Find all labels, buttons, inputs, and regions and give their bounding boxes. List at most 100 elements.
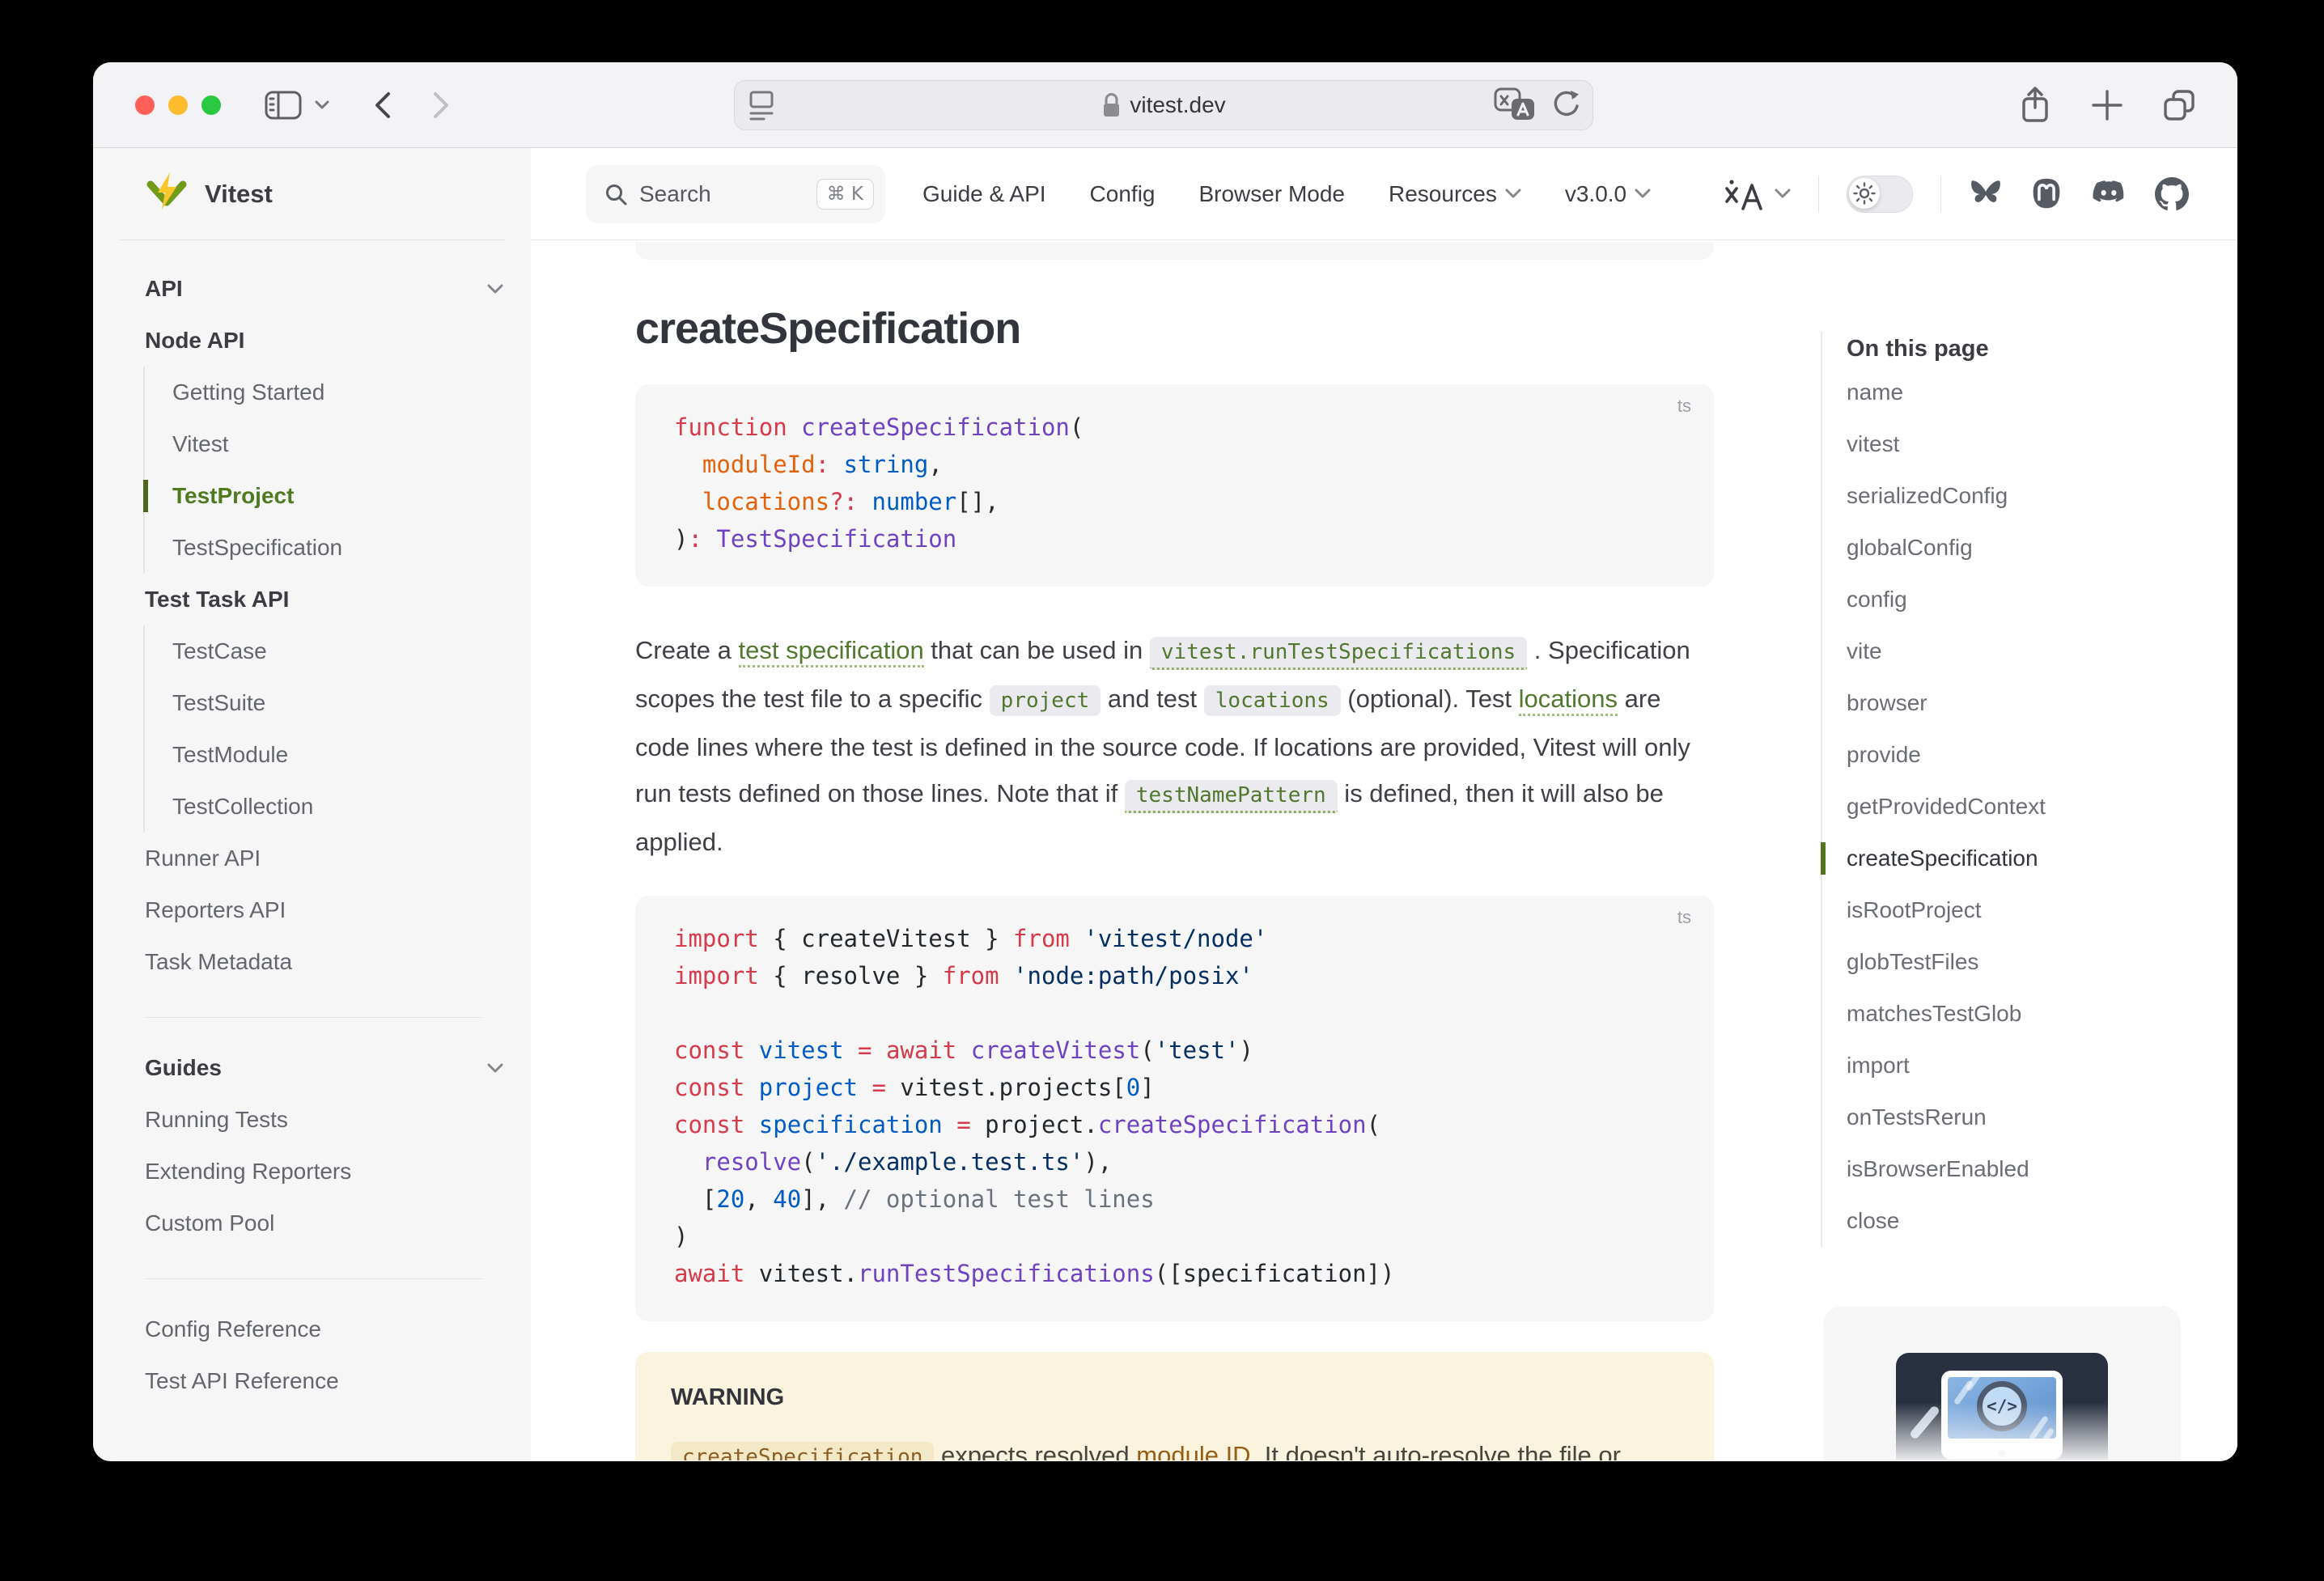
sponsor-card[interactable]: </> xyxy=(1823,1306,2181,1460)
sidebar-subgroup: Getting StartedVitestTestProjectTestSpec… xyxy=(143,367,503,574)
sidebar-item-config-reference[interactable]: Config Reference xyxy=(145,1303,503,1355)
sidebar-item-node-api[interactable]: Node API xyxy=(145,315,503,367)
outline-item-vitest[interactable]: vitest xyxy=(1847,418,2201,470)
sidebar-item-testsuite[interactable]: TestSuite xyxy=(172,677,503,729)
sidebar: Vitest APINode APIGetting StartedVitestT… xyxy=(93,148,531,1460)
warning-paragraph: createSpecification expects resolved mod… xyxy=(671,1432,1678,1460)
url-text: vitest.dev xyxy=(1130,92,1225,118)
outline-item-globtestfiles[interactable]: globTestFiles xyxy=(1847,936,2201,988)
sidebar-item-test-api-reference[interactable]: Test API Reference xyxy=(145,1355,503,1407)
inline-code-link[interactable]: testNamePattern xyxy=(1125,780,1338,813)
nav-link-browser-mode[interactable]: Browser Mode xyxy=(1198,181,1345,207)
doc-content[interactable]: createSpecification ts function createSp… xyxy=(531,240,2237,1460)
outline-item-browser[interactable]: browser xyxy=(1847,677,2201,729)
search-input[interactable]: Search ⌘ K xyxy=(586,165,885,223)
new-tab-icon[interactable] xyxy=(2090,88,2124,122)
page-title: createSpecification xyxy=(635,303,1714,354)
sidebar-toggle-icon[interactable] xyxy=(265,90,302,121)
sun-icon xyxy=(1849,178,1880,209)
sidebar-section-guides[interactable]: Guides xyxy=(145,1042,503,1094)
sidebar-item-runner-api[interactable]: Runner API xyxy=(145,833,503,884)
sidebar-item-custom-pool[interactable]: Custom Pool xyxy=(145,1197,503,1249)
code-line: moduleId: string, xyxy=(674,446,1682,483)
site-logo[interactable]: Vitest xyxy=(93,148,531,240)
sidebar-item-extending-reporters[interactable]: Extending Reporters xyxy=(145,1146,503,1197)
translate-language-icon xyxy=(1720,175,1765,214)
nav-link-label: Config xyxy=(1090,181,1156,207)
sidebar-item-running-tests[interactable]: Running Tests xyxy=(145,1094,503,1146)
browser-toolbar: vitest.dev xyxy=(93,62,2237,148)
minimize-window-button[interactable] xyxy=(168,95,188,115)
code-line: const vitest = await createVitest('test'… xyxy=(674,1032,1682,1069)
code-line xyxy=(674,994,1682,1032)
zoom-window-button[interactable] xyxy=(201,95,221,115)
code-line: const project = vitest.projects[0] xyxy=(674,1069,1682,1106)
sidebar-section-label: API xyxy=(145,276,183,302)
nav-link-label: Browser Mode xyxy=(1198,181,1345,207)
github-icon[interactable] xyxy=(2155,177,2189,211)
code-line: const specification = project.createSpec… xyxy=(674,1106,1682,1143)
language-menu[interactable] xyxy=(1720,175,1791,214)
outline-item-createspecification[interactable]: createSpecification xyxy=(1847,833,2201,884)
browser-window: vitest.dev xyxy=(93,62,2237,1461)
sidebar-chevron-down-icon[interactable] xyxy=(315,100,329,110)
forward-button[interactable] xyxy=(431,90,452,121)
outline-item-isbrowserenabled[interactable]: isBrowserEnabled xyxy=(1847,1143,2201,1195)
code-line: import { createVitest } from 'vitest/nod… xyxy=(674,920,1682,957)
outline-item-isrootproject[interactable]: isRootProject xyxy=(1847,884,2201,936)
code-line: [20, 40], // optional test lines xyxy=(674,1180,1682,1218)
outline-item-globalconfig[interactable]: globalConfig xyxy=(1847,522,2201,574)
sidebar-item-test-task-api[interactable]: Test Task API xyxy=(145,574,503,625)
outline-item-close[interactable]: close xyxy=(1847,1195,2201,1247)
sidebar-subgroup: TestCaseTestSuiteTestModuleTestCollectio… xyxy=(143,625,503,833)
sidebar-item-task-metadata[interactable]: Task Metadata xyxy=(145,936,503,988)
code-line: function createSpecification( xyxy=(674,409,1682,446)
inline-code-link[interactable]: vitest.runTestSpecifications xyxy=(1150,637,1527,670)
outline-item-import[interactable]: import xyxy=(1847,1040,2201,1091)
outline-aside: On this page namevitestserializedConfigg… xyxy=(1821,240,2201,1247)
doc-link[interactable]: locations xyxy=(1519,685,1618,716)
sidebar-item-vitest[interactable]: Vitest xyxy=(172,418,503,470)
sidebar-item-testcase[interactable]: TestCase xyxy=(172,625,503,677)
theme-toggle[interactable] xyxy=(1847,176,1913,213)
warning-callout: WARNING createSpecification expects reso… xyxy=(635,1352,1714,1460)
mastodon-icon[interactable] xyxy=(2030,177,2063,211)
vitest-logo-icon xyxy=(143,172,190,216)
outline-item-vite[interactable]: vite xyxy=(1847,625,2201,677)
outline-item-provide[interactable]: provide xyxy=(1847,729,2201,781)
outline-item-config[interactable]: config xyxy=(1847,574,2201,625)
tab-overview-icon[interactable] xyxy=(2161,87,2197,123)
outline-item-ontestsrerun[interactable]: onTestsRerun xyxy=(1847,1091,2201,1143)
nav-link-label: Resources xyxy=(1389,181,1497,207)
outline-item-name[interactable]: name xyxy=(1847,367,2201,418)
back-button[interactable] xyxy=(371,90,392,121)
close-window-button[interactable] xyxy=(135,95,155,115)
sidebar-item-getting-started[interactable]: Getting Started xyxy=(172,367,503,418)
discord-icon[interactable] xyxy=(2090,179,2127,210)
outline-item-matchestestglob[interactable]: matchesTestGlob xyxy=(1847,988,2201,1040)
share-icon[interactable] xyxy=(2017,85,2053,125)
outline-item-serializedconfig[interactable]: serializedConfig xyxy=(1847,470,2201,522)
sidebar-section-api[interactable]: API xyxy=(145,263,503,315)
sidebar-item-testproject[interactable]: TestProject xyxy=(172,470,503,522)
doc-link[interactable]: test specification xyxy=(739,636,924,668)
code-line: import { resolve } from 'node:path/posix… xyxy=(674,957,1682,994)
signature-code-block: ts function createSpecification( moduleI… xyxy=(635,384,1714,587)
sidebar-item-reporters-api[interactable]: Reporters API xyxy=(145,884,503,936)
nav-link-resources[interactable]: Resources xyxy=(1389,181,1521,207)
chevron-down-icon xyxy=(1775,189,1791,199)
nav-link-config[interactable]: Config xyxy=(1090,181,1156,207)
nav-link-v3-0-0[interactable]: v3.0.0 xyxy=(1565,181,1651,207)
bluesky-icon[interactable] xyxy=(1969,179,2003,210)
site-title: Vitest xyxy=(205,180,273,209)
sidebar-item-testspecification[interactable]: TestSpecification xyxy=(172,522,503,574)
nav-link-guide-api[interactable]: Guide & API xyxy=(922,181,1046,207)
address-bar[interactable]: vitest.dev xyxy=(734,80,1593,130)
sidebar-item-testcollection[interactable]: TestCollection xyxy=(172,781,503,833)
outline-item-getprovidedcontext[interactable]: getProvidedContext xyxy=(1847,781,2201,833)
search-shortcut-badge: ⌘ K xyxy=(816,179,874,210)
doc-link[interactable]: module ID xyxy=(1136,1441,1250,1460)
sidebar-item-testmodule[interactable]: TestModule xyxy=(172,729,503,781)
search-icon xyxy=(604,182,628,206)
lock-icon xyxy=(1101,92,1122,119)
